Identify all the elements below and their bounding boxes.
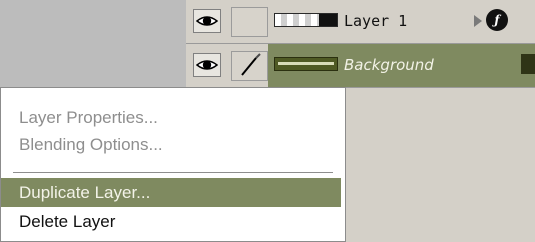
visibility-cell[interactable] <box>186 0 231 43</box>
eye-icon[interactable] <box>193 53 221 77</box>
menu-item-duplicate-layer[interactable]: Duplicate Layer... <box>1 178 341 207</box>
menu-item-delete-layer[interactable]: Delete Layer <box>1 207 341 236</box>
menu-separator <box>13 172 333 173</box>
visibility-cell[interactable] <box>186 44 231 87</box>
eye-icon[interactable] <box>193 9 221 33</box>
layer-thumbnail <box>274 57 338 71</box>
brush-icon <box>241 53 261 76</box>
thumbnail-fill <box>319 14 337 26</box>
layer-row-background[interactable]: Background <box>186 44 535 87</box>
layer-row-layer-1[interactable]: Layer 1 ƒ <box>186 0 535 43</box>
menu-item-blending-options[interactable]: Blending Options... <box>1 130 341 159</box>
layer-name: Background <box>344 56 434 74</box>
fx-icon[interactable]: ƒ <box>486 9 508 31</box>
lock-icon <box>521 54 535 74</box>
layer-name: Layer 1 <box>344 12 408 30</box>
context-menu: Layer Properties... Blending Options... … <box>0 87 346 242</box>
link-cell[interactable] <box>231 51 268 81</box>
link-cell[interactable] <box>231 7 268 37</box>
layer-thumbnail <box>274 13 338 27</box>
menu-item-layer-properties[interactable]: Layer Properties... <box>1 103 341 132</box>
triangle-right-icon[interactable] <box>474 15 482 27</box>
thumbnail-fill <box>278 62 334 65</box>
